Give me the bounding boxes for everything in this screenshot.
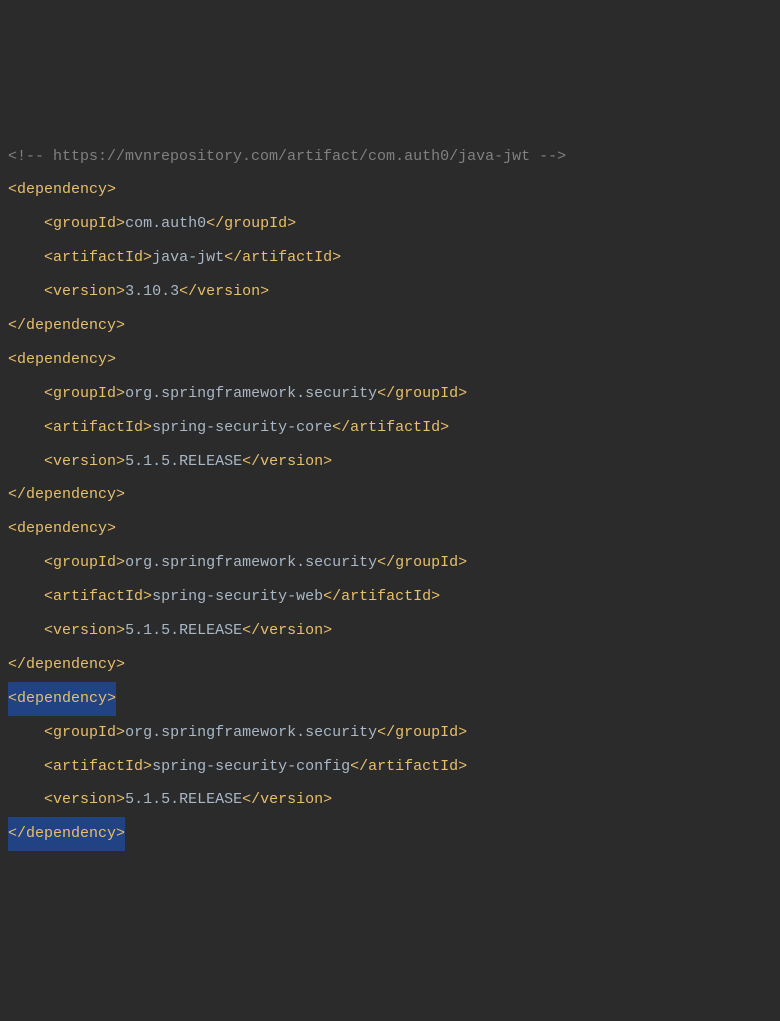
dependency-close-tag: </dependency> [8,478,772,512]
version-line: <version>3.10.3</version> [8,275,772,309]
code-editor[interactable]: <!-- https://mvnrepository.com/artifact/… [8,140,772,852]
artifactId-line: <artifactId>spring-security-core</artifa… [8,411,772,445]
version-line: <version>5.1.5.RELEASE</version> [8,614,772,648]
artifactId-line: <artifactId>spring-security-config</arti… [8,750,772,784]
dependency-open-tag: <dependency> [8,682,772,716]
version-line: <version>5.1.5.RELEASE</version> [8,445,772,479]
groupId-line: <groupId>org.springframework.security</g… [8,377,772,411]
dependency-open-tag: <dependency> [8,173,772,207]
groupId-line: <groupId>org.springframework.security</g… [8,716,772,750]
dependency-open-tag: <dependency> [8,343,772,377]
xml-comment: <!-- https://mvnrepository.com/artifact/… [8,140,772,174]
dependency-close-tag: </dependency> [8,648,772,682]
artifactId-line: <artifactId>java-jwt</artifactId> [8,241,772,275]
groupId-line: <groupId>org.springframework.security</g… [8,546,772,580]
dependency-open-tag: <dependency> [8,512,772,546]
groupId-line: <groupId>com.auth0</groupId> [8,207,772,241]
artifactId-line: <artifactId>spring-security-web</artifac… [8,580,772,614]
dependency-close-tag: </dependency> [8,309,772,343]
dependency-close-tag: </dependency> [8,817,772,851]
version-line: <version>5.1.5.RELEASE</version> [8,783,772,817]
